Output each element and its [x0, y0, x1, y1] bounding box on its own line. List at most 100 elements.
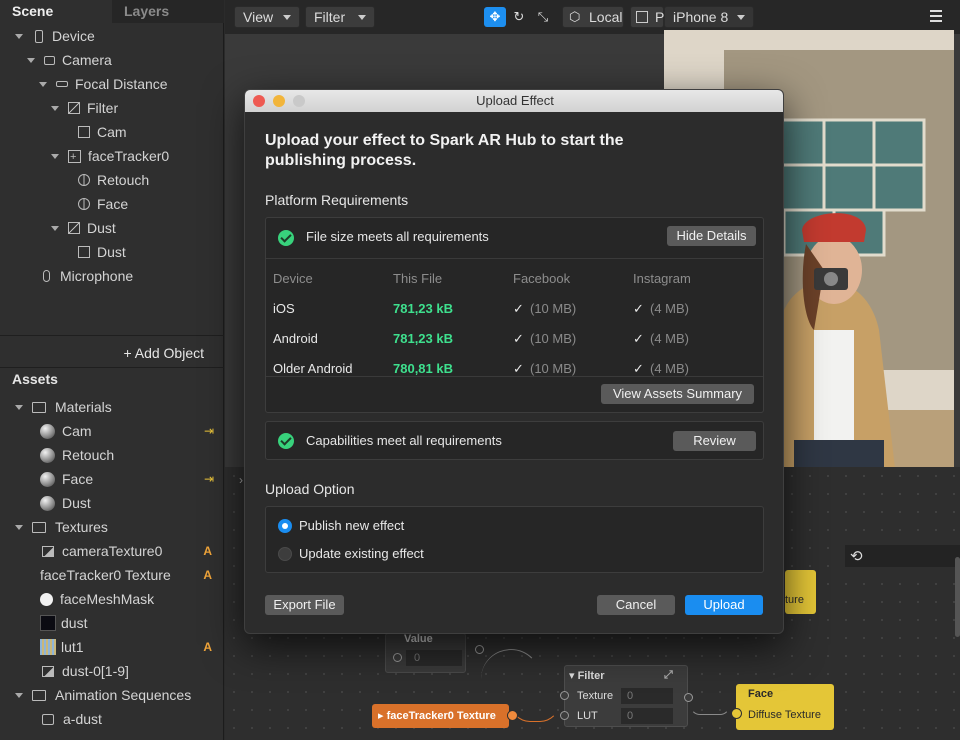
chevron-down-icon	[283, 15, 291, 20]
microphone-icon	[43, 270, 50, 282]
image-icon	[42, 665, 54, 677]
move-tool-icon[interactable]: ✥	[484, 7, 506, 27]
face-tracker-texture-node[interactable]: ▸ faceTracker0 Texture	[372, 704, 509, 728]
column-header-this-file: This File	[393, 271, 443, 286]
value-node-field[interactable]: 0	[406, 650, 462, 666]
cancel-button[interactable]: Cancel	[597, 595, 675, 615]
asset-item-cameratexture[interactable]: cameraTexture0 A	[42, 539, 224, 563]
input-port[interactable]	[560, 691, 569, 700]
dialog-titlebar: Upload Effect	[245, 90, 783, 112]
texture-field[interactable]: 0	[621, 688, 673, 704]
tab-scene[interactable]: Scene	[0, 0, 112, 23]
asset-folder-animation-sequences[interactable]: Animation Sequences	[14, 683, 224, 707]
output-port[interactable]	[475, 645, 484, 654]
filter-node[interactable]: ▾ Filter ⤢ Texture 0 LUT 0	[564, 665, 688, 727]
expand-caret-icon[interactable]	[50, 223, 60, 233]
output-port[interactable]	[507, 710, 518, 721]
filter-dropdown-label: Filter	[314, 9, 346, 25]
scene-item-device[interactable]: Device	[14, 24, 95, 48]
asset-item-dust-texture[interactable]: dust	[40, 611, 224, 635]
export-file-button[interactable]: Export File	[265, 595, 344, 615]
preview-toggle[interactable]: P	[630, 6, 664, 28]
asset-item-facetracker-texture[interactable]: faceTracker0 Texture A	[40, 563, 224, 587]
input-port[interactable]	[560, 711, 569, 720]
asset-label: dust-0[1-9]	[62, 663, 129, 679]
scene-item-filter[interactable]: Filter	[50, 96, 118, 120]
white-circle-icon	[40, 592, 53, 606]
expand-icon[interactable]: ⤢	[664, 669, 673, 682]
hide-details-button[interactable]: Hide Details	[667, 226, 756, 246]
zoom-window-icon[interactable]	[293, 95, 305, 107]
scene-item-facetracker[interactable]: faceTracker0	[50, 144, 169, 169]
expand-caret-icon[interactable]	[38, 79, 48, 89]
asset-item-a-dust[interactable]: a-dust	[42, 707, 224, 731]
close-box-icon	[636, 11, 648, 23]
scene-item-label: Dust	[97, 244, 126, 260]
expand-caret-icon[interactable]	[14, 402, 24, 412]
rotate-device-icon[interactable]: ⟲	[850, 547, 863, 565]
expand-caret-icon[interactable]	[26, 55, 36, 65]
scene-item-dust[interactable]: Dust	[78, 240, 126, 264]
asset-item-facemeshmask[interactable]: faceMeshMask	[40, 587, 224, 611]
image-icon	[42, 545, 54, 557]
scene-item-retouch[interactable]: Retouch	[78, 168, 149, 192]
expand-caret-icon[interactable]	[14, 522, 24, 532]
asset-item-cam[interactable]: Cam ⇥	[40, 419, 224, 443]
asset-item-retouch[interactable]: Retouch	[40, 443, 224, 467]
scale-tool-icon[interactable]: ⤡	[532, 7, 554, 27]
minimize-window-icon[interactable]	[273, 95, 285, 107]
view-dropdown[interactable]: View	[234, 6, 300, 28]
scene-item-cam[interactable]: Cam	[78, 120, 127, 144]
local-toggle-label: Local	[589, 9, 623, 25]
filter-dropdown[interactable]: Filter	[305, 6, 375, 28]
material-node-partial[interactable]: ture	[785, 570, 816, 614]
rotate-tool-icon[interactable]: ↻	[508, 7, 530, 27]
upload-button[interactable]: Upload	[685, 595, 763, 615]
expand-caret-icon[interactable]	[50, 103, 60, 113]
scene-item-face[interactable]: Face	[78, 192, 128, 216]
scene-item-camera[interactable]: Camera	[26, 48, 112, 72]
check-mark-icon: ✓	[633, 331, 644, 346]
asset-folder-textures[interactable]: Textures	[14, 515, 224, 539]
check-mark-icon: ✓	[513, 361, 524, 376]
local-toggle[interactable]: ⬡ Local	[562, 6, 624, 28]
folder-icon	[32, 521, 46, 533]
scrollbar[interactable]	[955, 557, 960, 637]
face-node-title: Face	[748, 688, 774, 700]
menu-icon[interactable]	[930, 10, 942, 22]
radio-unselected-icon[interactable]	[278, 547, 292, 561]
asset-item-dust[interactable]: Dust	[40, 491, 224, 515]
expand-caret-icon[interactable]	[14, 31, 24, 41]
toolbar: View Filter ✥ ↻ ⤡ ⬡ Local P iPhone 8	[225, 0, 960, 34]
dust-texture-icon	[40, 615, 56, 631]
view-assets-summary-button[interactable]: View Assets Summary	[601, 384, 754, 404]
instagram-limit-cell: (4 MB)	[650, 331, 689, 346]
asset-folder-materials[interactable]: Materials	[14, 395, 224, 419]
asset-item-face[interactable]: Face ⇥	[40, 467, 224, 491]
expand-caret-icon[interactable]	[14, 690, 24, 700]
platform-requirements-title: Platform Requirements	[265, 192, 409, 208]
asset-item-lut1[interactable]: lut1 A	[40, 635, 224, 659]
input-port[interactable]	[731, 708, 742, 719]
output-port[interactable]	[684, 693, 693, 702]
expand-caret-icon[interactable]	[50, 151, 60, 161]
close-window-icon[interactable]	[253, 95, 265, 107]
device-dropdown[interactable]: iPhone 8	[664, 6, 754, 28]
badge-a: A	[203, 640, 212, 654]
lut-field[interactable]: 0	[621, 708, 673, 724]
review-button[interactable]: Review	[673, 431, 756, 451]
scene-item-microphone[interactable]: Microphone	[40, 264, 133, 288]
asset-label: Textures	[55, 519, 108, 535]
value-node-title: Value	[404, 633, 433, 645]
radio-selected-icon[interactable]	[278, 519, 292, 533]
asset-item-dust-sequence[interactable]: dust-0[1-9]	[42, 659, 224, 683]
tab-layers[interactable]: Layers	[112, 0, 224, 23]
patch-wire	[690, 695, 730, 715]
input-port[interactable]	[393, 653, 402, 662]
asset-label: Dust	[62, 495, 91, 511]
scene-item-focal-distance[interactable]: Focal Distance	[38, 72, 168, 96]
collapse-arrow-icon[interactable]: ›	[239, 473, 243, 487]
face-material-node[interactable]: Face Diffuse Texture	[736, 684, 834, 730]
add-object-button[interactable]: + Add Object	[0, 340, 224, 366]
scene-item-dust-filter[interactable]: Dust	[50, 216, 116, 240]
